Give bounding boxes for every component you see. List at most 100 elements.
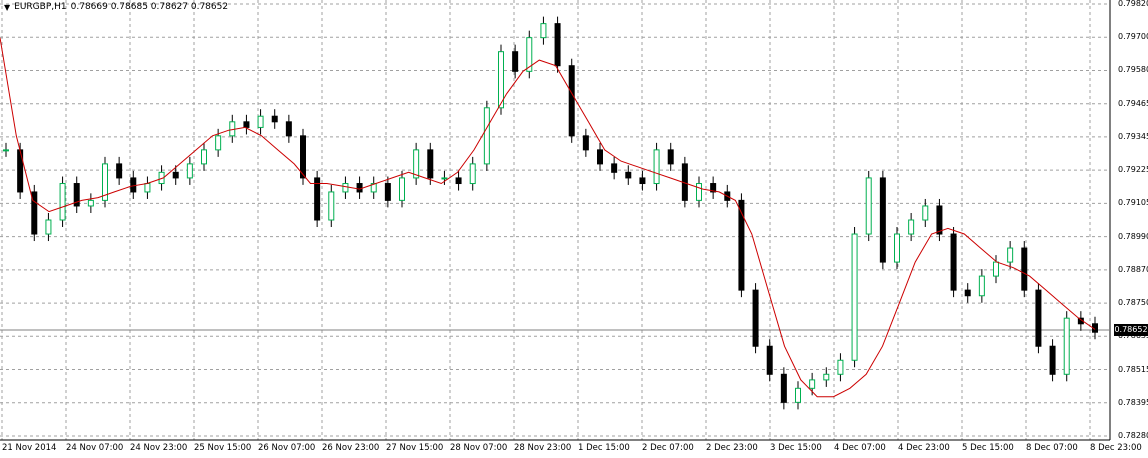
- price-tick-label: 0.78395: [1118, 397, 1148, 407]
- time-tick-label: 24 Nov 23:00: [130, 443, 188, 453]
- candle-body: [908, 219, 915, 235]
- time-tick-label: 4 Dec 07:00: [834, 443, 886, 453]
- price-tick-label: 0.79465: [1118, 98, 1148, 108]
- candle-body: [130, 177, 137, 193]
- candle-body: [837, 359, 844, 375]
- candle-body: [243, 121, 250, 128]
- candle-body: [172, 171, 179, 179]
- candle-body: [1049, 345, 1056, 375]
- candle-body: [823, 373, 830, 381]
- candle-body: [809, 379, 816, 389]
- candle-body: [667, 149, 674, 165]
- candle-body: [597, 149, 603, 165]
- candle-body: [879, 177, 886, 263]
- candle-body: [936, 205, 943, 235]
- candle-body: [427, 149, 434, 179]
- time-tick-label: 25 Nov 15:00: [194, 443, 252, 453]
- candle-body: [271, 115, 278, 123]
- candle-body: [964, 289, 971, 297]
- candle-body: [1035, 289, 1042, 347]
- candle-body: [950, 233, 957, 291]
- time-tick-label: 8 Dec 07:00: [1026, 443, 1078, 453]
- time-tick-label: 28 Nov 23:00: [514, 443, 572, 453]
- candle-body: [201, 149, 207, 165]
- candle-body: [455, 177, 462, 185]
- candle-body: [568, 65, 575, 137]
- candle-body: [498, 51, 504, 109]
- candle-body: [922, 205, 929, 221]
- candle-body: [582, 135, 589, 151]
- candle-body: [894, 233, 900, 263]
- candle-body: [512, 51, 519, 72]
- candle-body: [469, 163, 476, 185]
- candle-body: [851, 233, 858, 361]
- candle-body: [384, 183, 391, 201]
- candle-body: [413, 149, 420, 179]
- price-tick-label: 0.78280: [1118, 431, 1148, 440]
- chart-canvas[interactable]: [0, 0, 1148, 458]
- time-tick-label: 28 Nov 07:00: [450, 443, 508, 453]
- candle-body: [766, 345, 773, 375]
- candle-body: [441, 177, 448, 180]
- candle-body: [483, 107, 490, 165]
- price-tick-label: 0.79105: [1118, 198, 1148, 208]
- candle-body: [780, 373, 787, 403]
- candle-body: [87, 199, 94, 207]
- candle-body: [59, 183, 66, 221]
- price-tick-label: 0.79700: [1118, 32, 1148, 42]
- candle-body: [144, 183, 151, 193]
- candle-body: [45, 219, 52, 235]
- price-tick-label: 0.79225: [1118, 165, 1148, 175]
- candle-body: [540, 23, 547, 39]
- candle-body: [356, 183, 363, 193]
- current-price-tag: 0.78652: [1114, 324, 1148, 336]
- candle-body: [611, 163, 618, 173]
- price-tick-label: 0.78515: [1118, 364, 1148, 374]
- candle-body: [3, 149, 9, 152]
- symbol-label: EURGBP,H1: [14, 2, 67, 12]
- candle-body: [978, 275, 985, 297]
- candle-body: [1021, 247, 1028, 291]
- candle-body: [1007, 247, 1014, 263]
- time-tick-label: 21 Nov 2014: [2, 443, 57, 453]
- candle-body: [399, 177, 405, 201]
- candle-body: [285, 121, 292, 137]
- time-tick-label: 26 Nov 07:00: [258, 443, 316, 453]
- candle-body: [186, 163, 193, 179]
- time-tick-label: 26 Nov 23:00: [322, 443, 380, 453]
- price-tick-label: 0.78870: [1118, 264, 1148, 274]
- time-tick-label: 2 Dec 23:00: [706, 443, 758, 453]
- price-tick-label: 0.79820: [1118, 0, 1148, 8]
- candle-body: [993, 261, 999, 277]
- time-tick-label: 2 Dec 07:00: [642, 443, 694, 453]
- candle-body: [625, 171, 632, 179]
- candle-body: [795, 387, 801, 403]
- time-tick-label: 1 Dec 15:00: [578, 443, 630, 453]
- price-tick-label: 0.78750: [1118, 298, 1148, 308]
- candle-body: [653, 149, 660, 185]
- time-tick-label: 24 Nov 07:00: [66, 443, 124, 453]
- time-tick-label: 8 Dec 23:00: [1090, 443, 1142, 453]
- candle-body: [116, 163, 123, 179]
- candle-body: [314, 177, 321, 221]
- candle-body: [554, 23, 561, 67]
- candle-body: [1063, 317, 1070, 375]
- price-tick-label: 0.79345: [1118, 131, 1148, 141]
- candle-body: [215, 135, 222, 151]
- price-tick-label: 0.79580: [1118, 65, 1148, 75]
- candle-body: [865, 177, 872, 235]
- candle-body: [257, 115, 264, 128]
- time-tick-label: 27 Nov 15:00: [386, 443, 444, 453]
- dropdown-triangle-icon[interactable]: ▼: [4, 3, 10, 12]
- time-tick-label: 5 Dec 15:00: [962, 443, 1014, 453]
- candle-body: [342, 183, 349, 193]
- chart-area[interactable]: ▼ EURGBP,H1 0.78669 0.78685 0.78627 0.78…: [0, 0, 1148, 458]
- candle-body: [752, 289, 759, 347]
- candle-body: [639, 177, 646, 185]
- price-tick-label: 0.78990: [1118, 231, 1148, 241]
- chart-header: ▼ EURGBP,H1 0.78669 0.78685 0.78627 0.78…: [4, 2, 228, 12]
- candle-body: [328, 191, 335, 221]
- time-tick-label: 3 Dec 15:00: [770, 443, 822, 453]
- time-tick-label: 4 Dec 23:00: [898, 443, 950, 453]
- ohlc-label: 0.78669 0.78685 0.78627 0.78652: [70, 2, 229, 12]
